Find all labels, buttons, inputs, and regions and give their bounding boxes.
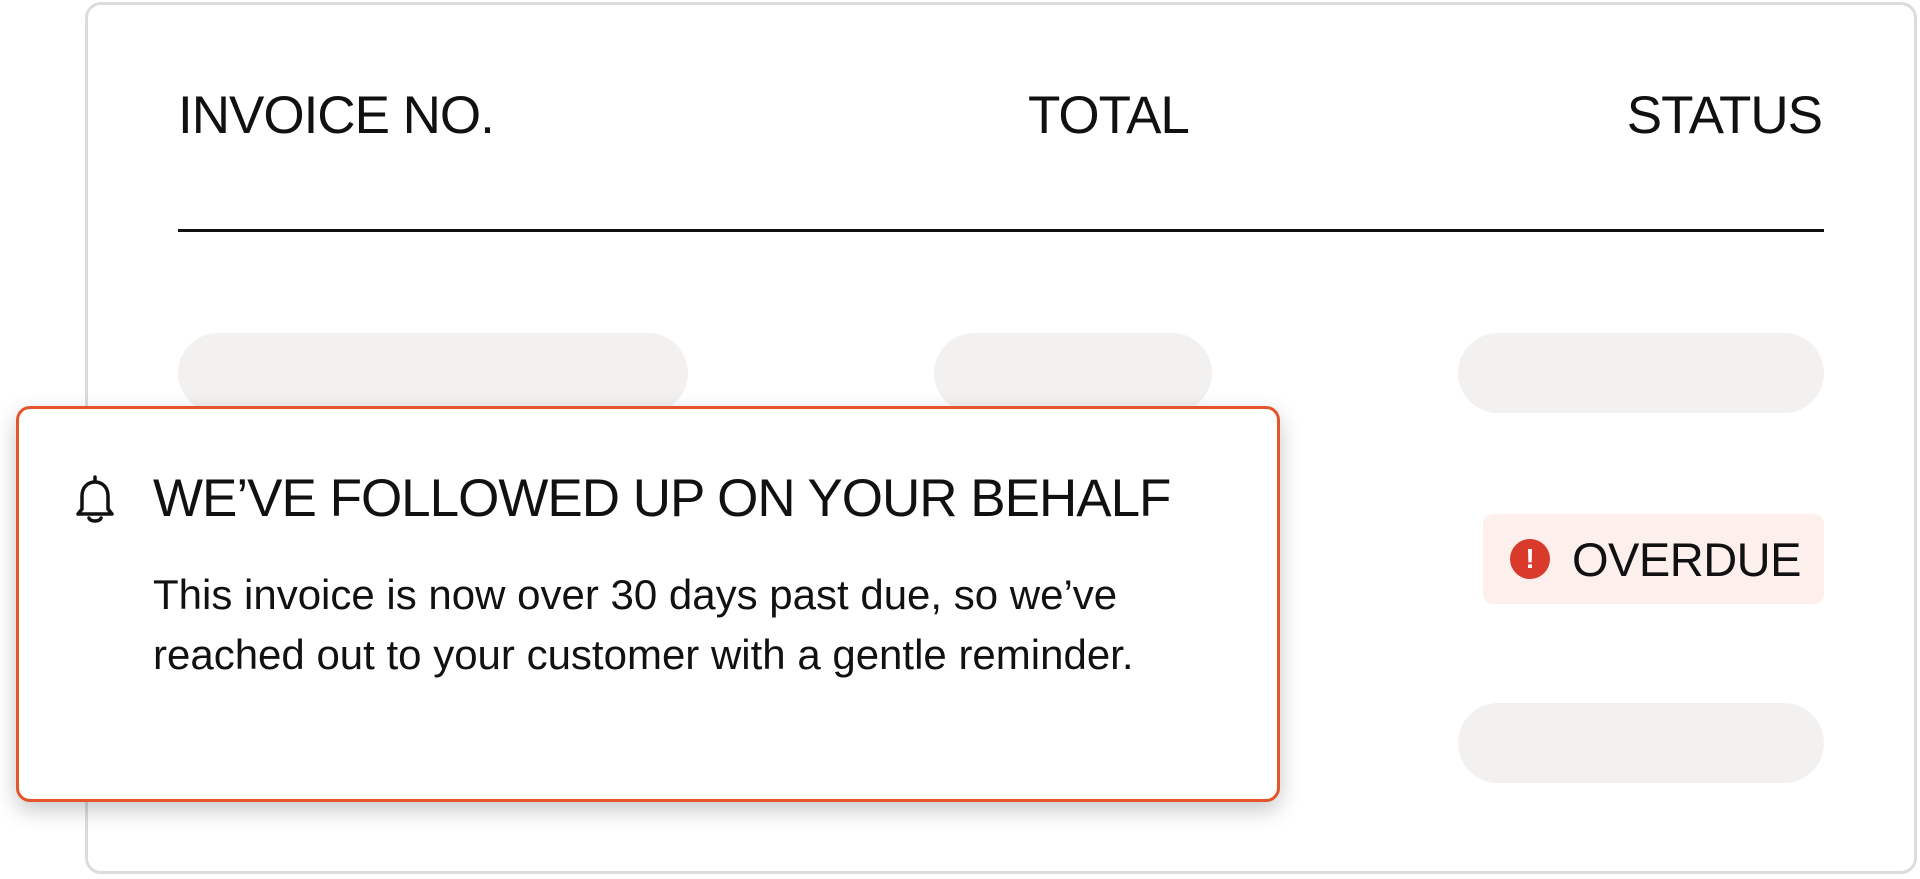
- skeleton-status-row-1: [1458, 333, 1824, 413]
- skeleton-invoice-no-row-1: [178, 333, 688, 413]
- column-header-status: STATUS: [1626, 86, 1823, 145]
- invoice-status-illustration: INVOICE NO. TOTAL STATUS ! OVERDUE WE’VE…: [0, 0, 1920, 879]
- follow-up-notification: WE’VE FOLLOWED UP ON YOUR BEHALF This in…: [16, 406, 1280, 802]
- skeleton-total-row-1: [934, 333, 1212, 413]
- status-badge-overdue: ! OVERDUE: [1483, 514, 1824, 604]
- column-header-invoice-no: INVOICE NO.: [178, 86, 495, 145]
- skeleton-status-row-3: [1458, 703, 1824, 783]
- bell-icon: [76, 475, 114, 523]
- column-header-total: TOTAL: [1028, 86, 1190, 145]
- header-divider: [178, 229, 1824, 232]
- status-badge-label: OVERDUE: [1572, 532, 1801, 586]
- alert-icon: !: [1510, 539, 1550, 579]
- notification-message: This invoice is now over 30 days past du…: [153, 571, 1134, 678]
- notification-title: WE’VE FOLLOWED UP ON YOUR BEHALF: [153, 469, 1171, 528]
